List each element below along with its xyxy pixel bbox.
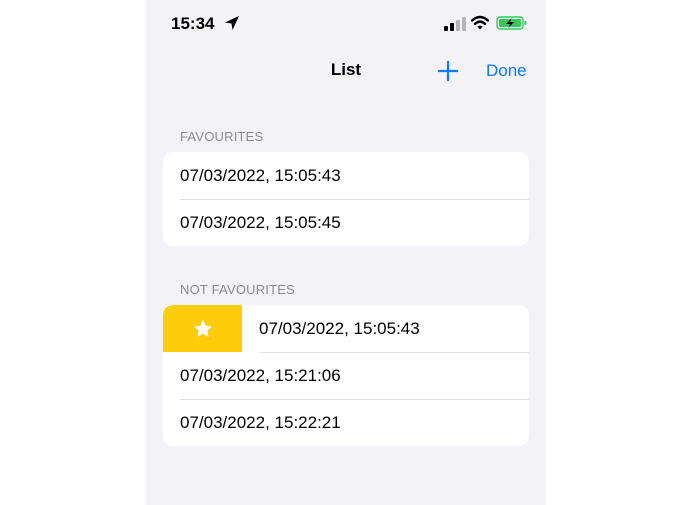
- list-item-label: 07/03/2022, 15:05:43: [242, 305, 529, 352]
- favourites-list: 07/03/2022, 15:05:43 07/03/2022, 15:05:4…: [163, 152, 529, 246]
- star-icon: [193, 319, 212, 337]
- add-button[interactable]: [434, 58, 462, 84]
- status-time: 15:34: [171, 14, 215, 33]
- phone-screen: 15:34 List Done FAVOURITES 07/03/2022, 1…: [146, 0, 546, 505]
- done-button[interactable]: Done: [486, 61, 527, 81]
- battery-charging-icon: [496, 16, 527, 30]
- wifi-icon: [471, 15, 489, 30]
- favourite-swipe-action[interactable]: [163, 305, 242, 352]
- list-item[interactable]: 07/03/2022, 15:21:06: [163, 352, 529, 399]
- list-item-swiped[interactable]: 07/03/2022, 15:05:43: [163, 305, 529, 352]
- section-header-favourites: FAVOURITES: [180, 129, 264, 144]
- section-header-not-favourites: NOT FAVOURITES: [180, 282, 296, 297]
- list-item[interactable]: 07/03/2022, 15:05:45: [163, 199, 529, 246]
- list-item[interactable]: 07/03/2022, 15:05:43: [163, 152, 529, 199]
- plus-icon: [437, 60, 459, 82]
- list-item[interactable]: 07/03/2022, 15:22:21: [163, 399, 529, 446]
- status-bar: 15:34: [146, 0, 546, 48]
- not-favourites-list: 07/03/2022, 15:05:43 07/03/2022, 15:21:0…: [163, 305, 529, 446]
- cellular-signal-icon: [444, 17, 466, 31]
- location-arrow-icon: [225, 16, 239, 30]
